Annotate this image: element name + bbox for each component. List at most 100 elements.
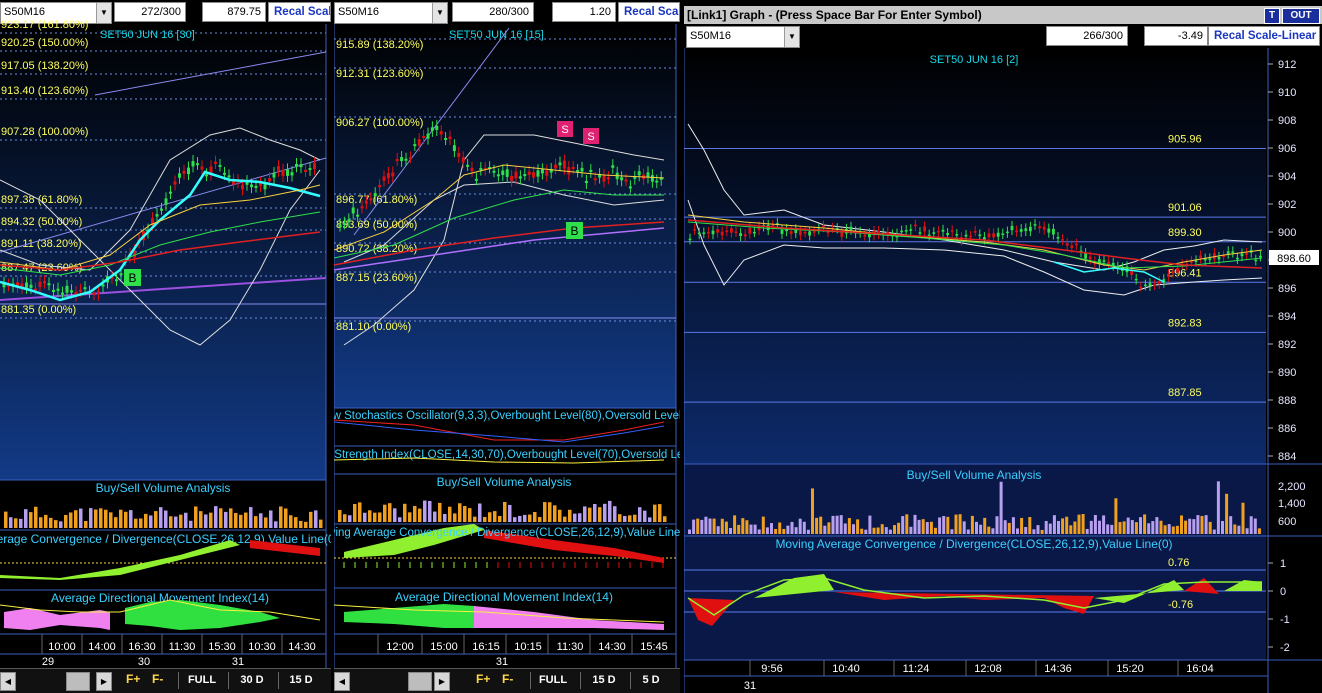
candle-body bbox=[1107, 261, 1110, 265]
scroll-thumb[interactable] bbox=[66, 672, 90, 691]
volume-bar bbox=[1020, 517, 1024, 534]
volume-bar bbox=[741, 518, 745, 534]
candle-body bbox=[408, 157, 412, 160]
candle-body bbox=[281, 169, 285, 176]
fib-label: 912.31 (123.60%) bbox=[336, 68, 423, 80]
panel1-chart[interactable]: 923.17 (161.80%) 920.25 (150.00%) 917.05 (… bbox=[0, 0, 331, 693]
volume-bar bbox=[39, 517, 43, 528]
range-5d-button[interactable]: 5 D bbox=[630, 672, 671, 689]
chart-title: SET50 JUN 16 [2] bbox=[930, 54, 1019, 66]
volume-bar bbox=[588, 507, 592, 522]
volume-bar bbox=[219, 508, 223, 528]
zoom-out-button[interactable]: F- bbox=[502, 672, 513, 689]
volume-bar bbox=[1229, 516, 1233, 534]
candle-body bbox=[1148, 283, 1152, 286]
panel2-chart[interactable]: 915.89 (138.20%) 912.31 (123.60%) 906.27 (… bbox=[334, 0, 680, 693]
volume-bar bbox=[995, 516, 999, 534]
volume-bar bbox=[794, 527, 798, 534]
volume-bar bbox=[856, 519, 860, 534]
volume-bar bbox=[533, 511, 537, 522]
candle-body bbox=[1019, 229, 1023, 232]
volume-bar bbox=[309, 511, 313, 528]
panel3-chart[interactable]: 9129109089069049029008988968948928908888… bbox=[684, 0, 1322, 693]
candle-body bbox=[739, 233, 742, 237]
candle-body bbox=[1254, 259, 1258, 262]
candle-body bbox=[711, 230, 715, 235]
candle-body bbox=[987, 233, 991, 238]
candle-body bbox=[386, 173, 390, 179]
scroll-right-icon[interactable]: ▶ bbox=[96, 672, 112, 691]
time-label: 16:30 bbox=[128, 641, 156, 653]
zoom-in-button[interactable]: F+ bbox=[476, 672, 490, 689]
scroll-left-icon[interactable]: ◀ bbox=[334, 672, 350, 691]
volume-bar bbox=[1081, 514, 1085, 534]
candle-body bbox=[218, 164, 222, 167]
candle-body bbox=[527, 171, 531, 176]
macd-axis-label: 1 bbox=[1280, 558, 1286, 570]
volume-bar bbox=[209, 512, 213, 528]
volume-bar bbox=[603, 503, 607, 522]
volume-bar bbox=[860, 528, 864, 534]
volume-bar bbox=[782, 528, 786, 534]
volume-bar bbox=[204, 514, 208, 528]
volume-bar bbox=[343, 514, 347, 522]
volume-bar bbox=[109, 512, 113, 528]
volume-bar bbox=[1024, 527, 1028, 534]
volume-bar bbox=[827, 522, 831, 534]
candle-body bbox=[400, 157, 404, 162]
volume-bar bbox=[962, 521, 966, 534]
candle-body bbox=[611, 165, 615, 168]
range-30d-button[interactable]: 30 D bbox=[228, 672, 275, 689]
horizontal-line-label: 901.06 bbox=[1168, 202, 1202, 214]
time-label: 10:40 bbox=[832, 663, 860, 675]
volume-bar bbox=[966, 529, 970, 534]
candle-body bbox=[780, 229, 784, 234]
full-range-button[interactable]: FULL bbox=[530, 672, 575, 689]
volume-bar bbox=[94, 509, 98, 528]
candle-body bbox=[452, 145, 456, 152]
volume-bar bbox=[314, 510, 318, 528]
volume-bar bbox=[1114, 498, 1118, 534]
day-label: 31 bbox=[232, 656, 244, 668]
volume-bar bbox=[578, 513, 582, 522]
volume-bar bbox=[1098, 520, 1101, 534]
volume-bar bbox=[983, 517, 987, 534]
volume-bar bbox=[925, 522, 929, 534]
candle-body bbox=[382, 176, 386, 181]
candle-body bbox=[567, 167, 571, 175]
candle-body bbox=[56, 288, 60, 291]
candle-body bbox=[562, 160, 566, 169]
scroll-thumb[interactable] bbox=[408, 672, 432, 691]
volume-bar bbox=[1147, 523, 1151, 534]
candle-body bbox=[822, 225, 825, 228]
volume-bar bbox=[513, 517, 517, 522]
candle-body bbox=[1102, 260, 1106, 262]
full-range-button[interactable]: FULL bbox=[178, 672, 225, 689]
volume-bar bbox=[905, 514, 909, 534]
candle-body bbox=[47, 283, 51, 286]
time-label: 12:00 bbox=[386, 641, 414, 653]
volume-bar bbox=[114, 517, 118, 528]
candle-body bbox=[205, 174, 208, 177]
range-15d-button[interactable]: 15 D bbox=[278, 672, 323, 689]
volume-bar bbox=[1016, 528, 1019, 534]
volume-bar bbox=[1200, 515, 1204, 534]
volume-bar bbox=[294, 517, 298, 528]
zoom-out-button[interactable]: F- bbox=[152, 672, 163, 689]
range-15d-button[interactable]: 15 D bbox=[580, 672, 627, 689]
candle-body bbox=[1006, 231, 1009, 234]
volume-bar bbox=[119, 509, 123, 528]
candle-body bbox=[1208, 258, 1212, 260]
volume-bar bbox=[249, 507, 253, 528]
candle-body bbox=[83, 287, 87, 290]
volume-bar bbox=[970, 515, 974, 534]
volume-bar bbox=[473, 516, 477, 522]
volume-bar bbox=[418, 508, 422, 522]
zoom-in-button[interactable]: F+ bbox=[126, 672, 140, 689]
scroll-left-icon[interactable]: ◀ bbox=[0, 672, 16, 691]
volume-bar bbox=[528, 514, 532, 522]
volume-bar bbox=[483, 516, 487, 522]
volume-bar bbox=[274, 521, 278, 528]
scroll-right-icon[interactable]: ▶ bbox=[434, 672, 450, 691]
candle-body bbox=[863, 235, 867, 237]
